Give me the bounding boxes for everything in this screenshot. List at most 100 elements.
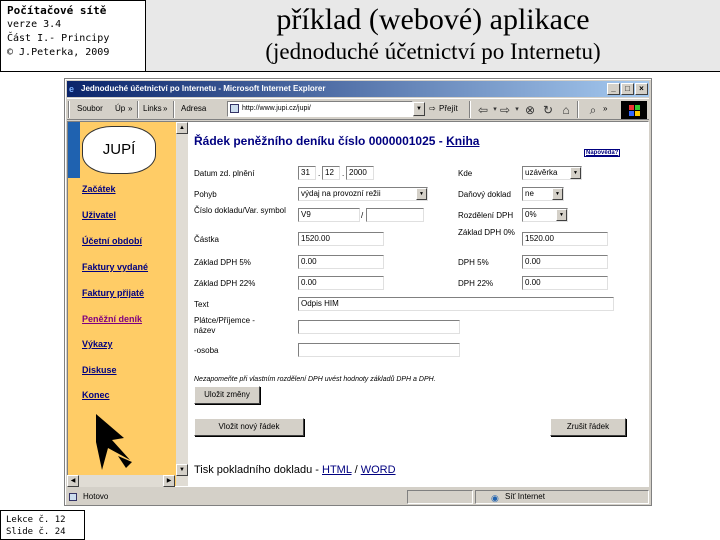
journal-form: Řádek peněžního deníku číslo 0000001025 … bbox=[192, 122, 648, 486]
window-title: Jednoduché účetnictví po Internetu - Mic… bbox=[81, 84, 326, 93]
address-dropdown[interactable]: ▼ bbox=[413, 102, 425, 116]
pohyb-select[interactable]: výdaj na provozní režii ▼ bbox=[298, 187, 428, 201]
zaklad-dph-22-input[interactable]: 0.00 bbox=[298, 276, 384, 290]
dph-22-label: DPH 22% bbox=[458, 279, 494, 288]
print-line: Tisk pokladního dokladu - HTML / WORD bbox=[194, 464, 396, 476]
zaklad-dph-22-label: Základ DPH 22% bbox=[194, 279, 256, 288]
date-day-input[interactable]: 31 bbox=[298, 166, 316, 180]
zaklad-dph-5-label: Základ DPH 5% bbox=[194, 258, 251, 267]
pohyb-label: Pohyb bbox=[194, 190, 217, 199]
chevron-icon[interactable]: » bbox=[163, 104, 167, 113]
scroll-left-icon[interactable]: ◀ bbox=[67, 475, 79, 487]
osoba-input[interactable] bbox=[298, 343, 460, 357]
go-icon[interactable]: ⇨ bbox=[429, 104, 436, 113]
refresh-icon[interactable]: ↻ bbox=[540, 102, 556, 118]
scroll-right-icon[interactable]: ▶ bbox=[163, 475, 175, 487]
text-input[interactable]: Odpis HIM bbox=[298, 297, 614, 311]
ie-logo-icon: e bbox=[69, 84, 75, 94]
chevron-icon[interactable]: » bbox=[128, 104, 132, 113]
text-label: Text bbox=[194, 300, 209, 309]
horizontal-scrollbar[interactable]: ◀ ▶ bbox=[67, 475, 175, 487]
platce-label: Plátce/Příjemce -název bbox=[194, 316, 255, 335]
cislo-dokladu-input[interactable]: V9 bbox=[298, 208, 360, 222]
menu-upravy[interactable]: Úp bbox=[115, 104, 125, 113]
page-content: JUPÍ Začátek Uživatel Účetní období Fakt… bbox=[67, 121, 649, 487]
close-button[interactable]: × bbox=[635, 83, 648, 95]
nav-vykazy[interactable]: Výkazy bbox=[82, 339, 113, 349]
danovy-doklad-select[interactable]: ne ▼ bbox=[522, 187, 564, 201]
status-bar: Hotovo ◉ Síť Internet bbox=[67, 489, 649, 505]
page-icon bbox=[230, 104, 239, 113]
toolbar-separator bbox=[469, 101, 471, 118]
scroll-up-icon[interactable]: ▲ bbox=[176, 122, 188, 134]
toolbar-separator bbox=[173, 101, 175, 118]
lecture-info-box: Lekce č. 12 Slide č. 24 bbox=[0, 510, 85, 540]
dph-5-input[interactable]: 0.00 bbox=[522, 255, 608, 269]
chevron-icon[interactable]: » bbox=[603, 104, 607, 113]
home-icon[interactable]: ⌂ bbox=[558, 102, 574, 118]
add-row-button[interactable]: Vložit nový řádek bbox=[194, 418, 304, 436]
osoba-label: -osoba bbox=[194, 346, 219, 355]
kniha-link[interactable]: Kniha bbox=[446, 134, 479, 148]
minimize-button[interactable]: _ bbox=[607, 83, 620, 95]
rozdeleni-dph-select[interactable]: 0% ▼ bbox=[522, 208, 568, 222]
zaklad-dph-5-input[interactable]: 0.00 bbox=[298, 255, 384, 269]
nav-diskuse[interactable]: Diskuse bbox=[82, 365, 117, 375]
links-button[interactable]: Links bbox=[143, 104, 162, 113]
page-icon bbox=[69, 493, 77, 501]
globe-icon: ◉ bbox=[491, 493, 499, 503]
print-word-link[interactable]: WORD bbox=[361, 464, 396, 476]
search-icon[interactable]: ⌕ bbox=[585, 102, 601, 118]
toolbar-separator bbox=[137, 101, 139, 118]
toolbar-grip bbox=[68, 101, 70, 118]
date-label: Datum zd. plnění bbox=[194, 169, 255, 178]
nav-faktury-prijate[interactable]: Faktury přijaté bbox=[82, 288, 144, 298]
jupi-logo: JUPÍ bbox=[82, 126, 156, 174]
dph-note: Nezapomeňte při vlastním rozdělení DPH u… bbox=[194, 376, 436, 383]
dph-22-input[interactable]: 0.00 bbox=[522, 276, 608, 290]
vertical-scrollbar[interactable]: ▲ ▼ bbox=[176, 122, 188, 486]
zaklad-dph-0-label: Základ DPH 0% bbox=[458, 228, 515, 237]
nav-ucetni-obdobi[interactable]: Účetní období bbox=[82, 236, 142, 246]
date-month-input[interactable]: 12 bbox=[322, 166, 340, 180]
nav-zacatek[interactable]: Začátek bbox=[82, 184, 116, 194]
cislo-dokladu-label: Číslo dokladu/Var. symbol bbox=[194, 206, 286, 215]
sidebar: JUPÍ Začátek Uživatel Účetní období Fakt… bbox=[68, 122, 176, 486]
nav-konec[interactable]: Konec bbox=[82, 390, 110, 400]
status-text: Hotovo bbox=[83, 492, 109, 501]
part-text: Část I.- Principy bbox=[7, 33, 110, 44]
date-year-input[interactable]: 2000 bbox=[346, 166, 374, 180]
help-link[interactable]: Nápověda? bbox=[584, 149, 621, 157]
browser-toolbar: Soubor Úp » Links » Adresa http://www.ju… bbox=[67, 98, 649, 120]
author-text: © J.Peterka, 2009 bbox=[7, 47, 110, 58]
chevron-down-icon: ▼ bbox=[416, 188, 427, 200]
cancel-row-button[interactable]: Zrušit řádek bbox=[550, 418, 626, 436]
slide-number: Slide č. 24 bbox=[6, 527, 66, 537]
menu-soubor[interactable]: Soubor bbox=[77, 104, 103, 113]
maximize-button[interactable]: □ bbox=[621, 83, 634, 95]
slide-info-box: Počítačové sítě verze 3.4 Část I.- Princ… bbox=[0, 0, 146, 72]
castka-input[interactable]: 1520.00 bbox=[298, 232, 384, 246]
zaklad-dph-0-input[interactable]: 1520.00 bbox=[522, 232, 608, 246]
address-input[interactable]: http://www.jupi.cz/jupi/ bbox=[227, 101, 413, 117]
chevron-down-icon: ▼ bbox=[556, 209, 567, 221]
chevron-down-icon: ▼ bbox=[570, 167, 581, 179]
print-html-link[interactable]: HTML bbox=[322, 464, 352, 476]
go-button[interactable]: Přejít bbox=[439, 104, 458, 113]
nav-penezni-denik[interactable]: Peněžní deník bbox=[82, 314, 142, 324]
slide-subtitle: (jednoduché účetnictví po Internetu) bbox=[265, 39, 601, 64]
nav-faktury-vydane[interactable]: Faktury vydané bbox=[82, 262, 148, 272]
kde-select[interactable]: uzávěrka ▼ bbox=[522, 166, 582, 180]
chevron-down-icon: ▼ bbox=[552, 188, 563, 200]
scroll-down-icon[interactable]: ▼ bbox=[176, 464, 188, 476]
variabilni-symbol-input[interactable] bbox=[366, 208, 424, 222]
platce-input[interactable] bbox=[298, 320, 460, 334]
save-button[interactable]: Uložit změny bbox=[194, 386, 260, 404]
windows-logo-icon bbox=[621, 101, 647, 119]
kde-label: Kde bbox=[458, 169, 473, 178]
danovy-doklad-label: Daňový doklad bbox=[458, 190, 511, 199]
stop-icon[interactable]: ⊗ bbox=[522, 102, 538, 118]
jupi-mark-icon bbox=[96, 414, 132, 470]
sidebar-accent bbox=[68, 122, 80, 178]
nav-uzivatel[interactable]: Uživatel bbox=[82, 210, 116, 220]
